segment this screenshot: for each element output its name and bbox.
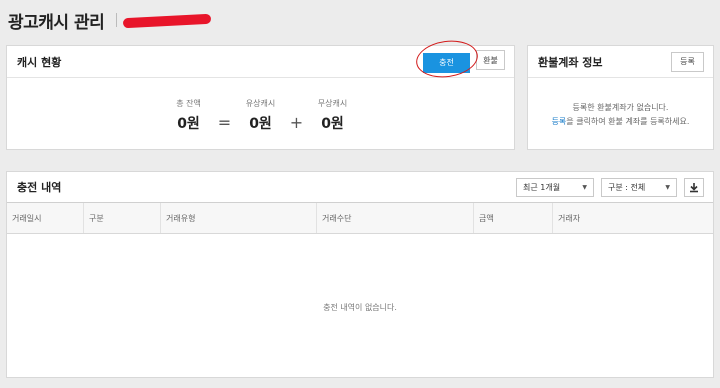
equals-sign: = — [217, 113, 232, 132]
column-header[interactable]: 거래유형 — [161, 203, 317, 233]
empty-history-message: 충전 내역이 없습니다. — [323, 303, 397, 312]
paid-cash: 유상캐시 0원 — [238, 98, 284, 133]
download-button[interactable] — [684, 177, 704, 197]
type-select[interactable]: 구분 : 전체 ▼ — [601, 177, 677, 197]
cash-actions: 충전 환불 — [413, 37, 505, 82]
plus-sign: + — [289, 113, 304, 132]
refund-account-message: 등록한 환불계좌가 없습니다. 등록을 클릭하여 환불 계좌를 등록하세요. — [528, 101, 713, 129]
account-id: 10 — [123, 13, 212, 28]
column-header[interactable]: 거래자 — [553, 203, 713, 233]
refund-account-card: 환불계좌 정보 등록 등록한 환불계좌가 없습니다. 등록을 클릭하여 환불 계… — [527, 45, 714, 150]
page-header: 광고캐시 관리 10 — [8, 6, 212, 34]
column-header[interactable]: 거래수단 — [317, 203, 474, 233]
total-balance-value: 0원 — [177, 116, 200, 132]
column-header[interactable]: 구분 — [84, 203, 161, 233]
paid-cash-label: 유상캐시 — [245, 99, 276, 108]
free-cash-label: 무상캐시 — [317, 99, 348, 108]
refund-account-header: 환불계좌 정보 등록 — [528, 46, 713, 78]
refund-message-line2-text: 을 클릭하여 환불 계좌를 등록하세요. — [566, 117, 690, 126]
cash-status-header: 캐시 현황 충전 환불 — [7, 37, 514, 82]
refund-button[interactable]: 환불 — [476, 50, 505, 71]
refund-message-line1: 등록한 환불계좌가 없습니다. — [572, 103, 669, 112]
free-cash: 무상캐시 0원 — [310, 98, 356, 133]
cash-summary: 총 잔액 0원 = 유상캐시 0원 + 무상캐시 0원 — [7, 98, 514, 133]
column-header[interactable]: 거래일시 — [7, 203, 84, 233]
chevron-down-icon: ▼ — [665, 183, 670, 191]
column-header[interactable]: 금액 — [474, 203, 553, 233]
charge-history-header: 충전 내역 최근 1개월 ▼ 구분 : 전체 ▼ — [7, 172, 713, 202]
paid-cash-value: 0원 — [249, 116, 272, 132]
total-balance: 총 잔액 0원 — [166, 98, 212, 133]
charge-history-title: 충전 내역 — [17, 181, 62, 194]
header-divider — [116, 13, 118, 27]
page-title: 광고캐시 관리 — [8, 12, 105, 33]
register-account-button[interactable]: 등록 — [671, 51, 704, 72]
download-icon — [690, 182, 698, 192]
period-select-value: 최근 1개월 — [523, 182, 561, 192]
history-table-header: 거래일시 구분 거래유형 거래수단 금액 거래자 — [7, 202, 713, 234]
cash-status-title: 캐시 현황 — [17, 55, 62, 69]
chevron-down-icon: ▼ — [582, 183, 587, 191]
register-link[interactable]: 등록 — [552, 117, 567, 126]
period-select[interactable]: 최근 1개월 ▼ — [516, 177, 594, 197]
refund-message-line2: 등록을 클릭하여 환불 계좌를 등록하세요. — [528, 115, 713, 129]
type-select-value: 구분 : 전체 — [608, 182, 646, 192]
total-balance-label: 총 잔액 — [176, 99, 201, 108]
charge-button[interactable]: 충전 — [423, 52, 470, 73]
refund-account-title: 환불계좌 정보 — [538, 55, 603, 69]
cash-status-card: 캐시 현황 충전 환불 총 잔액 0원 = 유상캐시 0원 + 무상캐시 0원 — [6, 37, 515, 150]
free-cash-value: 0원 — [321, 116, 344, 132]
charge-button-wrap: 충전 — [413, 37, 481, 82]
charge-history-card: 충전 내역 최근 1개월 ▼ 구분 : 전체 ▼ 거래일시 구분 거래유형 거래… — [6, 171, 714, 378]
history-controls: 최근 1개월 ▼ 구분 : 전체 ▼ — [516, 177, 704, 197]
